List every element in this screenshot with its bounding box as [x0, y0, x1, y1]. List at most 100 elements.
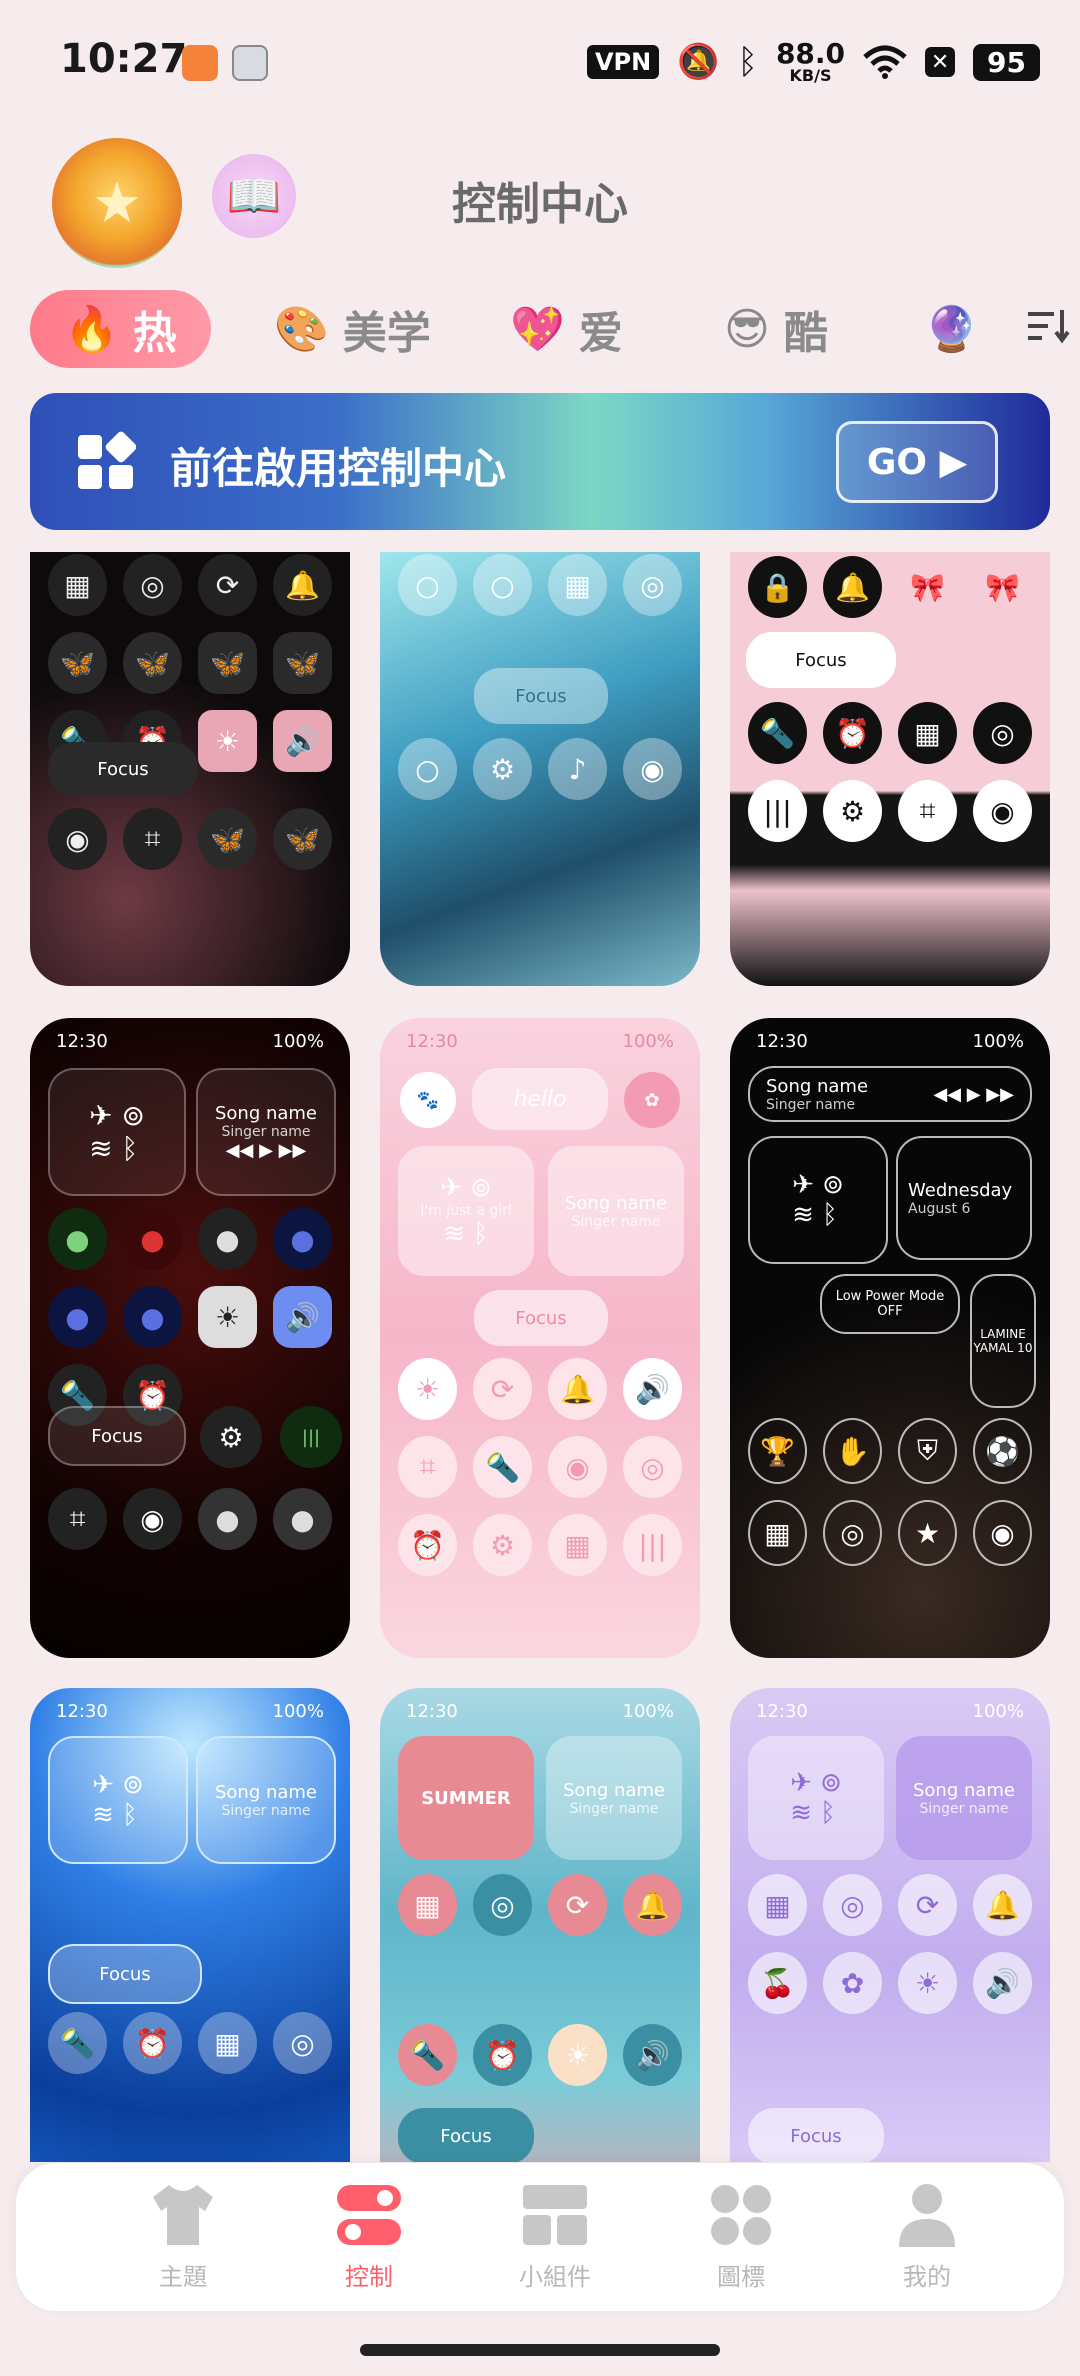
music-tile: Song name Singer name ◀◀ ▶ ▶▶	[196, 1068, 336, 1196]
flower-icon: ✿	[624, 1072, 680, 1128]
bluetooth-icon: ᛒ	[737, 42, 758, 82]
music-tile: Song name Singer name	[548, 1146, 684, 1276]
bubble-icon: ○	[398, 554, 457, 616]
calculator-icon: ▦	[48, 554, 107, 616]
banner-text: 前往啟用控制中心	[170, 444, 507, 493]
palette-icon: 🎨	[274, 304, 329, 355]
camera-icon: ◎	[623, 554, 682, 616]
status-time: 10:27	[60, 36, 188, 82]
alarm-icon: ⏰	[823, 702, 882, 764]
mock-status-bar: 12:30 100%	[756, 1700, 1024, 1722]
meme-icon: ●	[273, 1208, 332, 1270]
brightness-icon: ☀	[898, 1952, 957, 2014]
theme-card[interactable]: 12:30 100% ✈ ⊚ ≋ ᛒ Song name Singer name ◀◀ …	[30, 1018, 350, 1658]
bottom-navigation: 主題 控制 小組件 圖標 我的	[16, 2163, 1064, 2311]
calculator-icon: ▦	[548, 1514, 607, 1576]
go-button[interactable]: GO ▶	[836, 421, 998, 503]
focus-tile: Focus	[48, 1406, 186, 1466]
focus-tile: Focus	[48, 1944, 202, 2004]
alarm-icon: ⏰	[398, 1514, 457, 1576]
network-speed: 88.0 KB/S	[775, 37, 846, 85]
tab-label: 美学	[342, 308, 431, 359]
rotate-lock-icon: ⟳	[898, 1874, 957, 1936]
rotate-lock-icon: ⟳	[548, 1874, 607, 1936]
category-tabs: 🔥 热 🎨 美学 💖 爱 😎 酷 🔮	[30, 290, 1070, 370]
theme-card[interactable]: 🔒 🔔 🎀 🎀 Focus 🔦 ⏰ ▦ ◎ ||| ⚙ ⌗ ◉	[730, 552, 1050, 986]
record-icon: ◉	[548, 1436, 607, 1498]
meme-icon: ●	[123, 1286, 182, 1348]
crystal-ball-icon: 🔮	[924, 304, 979, 355]
music-tile: Song name Singer name	[196, 1736, 336, 1864]
connectivity-tile: ✈ ⊚ ≋ ᛒ	[48, 1736, 188, 1864]
vpn-badge: VPN	[586, 45, 660, 79]
theme-card[interactable]: ○ ○ ▦ ◎ Focus ○ ⚙ ♪ ◉	[380, 552, 700, 986]
daisy-icon: ✿	[823, 1952, 882, 2014]
toggle-icon	[337, 2185, 401, 2245]
music-tile: Song name Singer name ◀◀ ▶ ▶▶	[748, 1066, 1032, 1122]
status-bar: 10:27 VPN 🔕 ᛒ 88.0 KB/S ✕ 95	[0, 0, 1080, 120]
theme-card[interactable]: 12:30 100% ✈ ⊚ ≋ ᛒ Song name Singer name ▦ …	[730, 1688, 1050, 2162]
theme-card[interactable]: ▦ ◎ ⟳ 🔔 🦋 🦋 🦋 🦋 🔦 ⏰ ☀ 🔊 Focus ◉ ⌗ 🦋 🦋	[30, 552, 350, 986]
brightness-icon: ☀	[548, 2024, 607, 2086]
bell-icon: 🔔	[823, 556, 882, 618]
bow-icon: 🎀	[910, 570, 945, 604]
music-tile: Song name Singer name	[546, 1736, 682, 1860]
settings-icon: ⚙	[473, 1514, 532, 1576]
paw-icon: 🐾	[400, 1072, 456, 1128]
theme-card[interactable]: 12:30 100% ✈ ⊚ ≋ ᛒ Song name Singer name Fo…	[30, 1688, 350, 2162]
low-power-tile: Low Power Mode OFF	[820, 1274, 960, 1334]
record-icon: ◉	[973, 780, 1032, 842]
focus-tile: Focus	[746, 632, 896, 688]
camera-icon: ◎	[473, 1874, 532, 1936]
focus-tile: Focus	[748, 2108, 884, 2162]
rotate-lock-icon: ⟳	[473, 1358, 532, 1420]
enable-control-center-banner[interactable]: 前往啟用控制中心 GO ▶	[30, 393, 1050, 530]
tab-aesthetic[interactable]: 🎨 美学	[274, 290, 431, 368]
club-crest-icon: ⛨	[898, 1418, 957, 1484]
app-notification-icon	[232, 45, 268, 81]
sort-icon[interactable]	[1026, 304, 1070, 348]
star-icon: ★	[898, 1500, 957, 1566]
nav-theme[interactable]: 主題	[118, 2181, 248, 2292]
mock-status-bar: 12:30 100%	[406, 1700, 674, 1722]
focus-tile: Focus	[474, 1290, 608, 1346]
nav-control[interactable]: 控制	[304, 2181, 434, 2292]
record-icon: ◉	[123, 1488, 182, 1550]
guitar-icon: ♪	[548, 738, 607, 800]
tab-magic[interactable]: 🔮	[924, 290, 993, 368]
bell-icon: 🔔	[548, 1358, 607, 1420]
nav-icons[interactable]: 圖標	[676, 2181, 806, 2292]
tab-love[interactable]: 💖 爱	[510, 290, 623, 368]
calculator-icon: ▦	[898, 702, 957, 764]
meme-icon: ●	[123, 1208, 182, 1270]
meme-icon: ●	[48, 1286, 107, 1348]
fire-icon: 🔥	[64, 304, 119, 355]
close-box-icon: ✕	[925, 47, 956, 77]
theme-card[interactable]: 12:30 100% Song name Singer name ◀◀ ▶ ▶▶ ✈…	[730, 1018, 1050, 1658]
butterfly-icon: 🦋	[48, 632, 107, 694]
calculator-icon: ▦	[398, 1874, 457, 1936]
butterfly-icon: 🦋	[123, 632, 182, 694]
bubble-icon: ○	[398, 738, 457, 800]
tab-hot[interactable]: 🔥 热	[30, 290, 211, 368]
meme-icon: ●	[273, 1488, 332, 1550]
record-icon: ◉	[48, 808, 107, 870]
jersey-tile: LAMINE YAMAL 10	[970, 1274, 1036, 1408]
home-indicator[interactable]	[360, 2344, 720, 2356]
scan-icon: ⌗	[898, 780, 957, 842]
theme-card[interactable]: 12:30 100% hello 🐾 ✿ ✈ ⊚ I'm just a girl ≋ …	[380, 1018, 700, 1658]
hand-icon: ✋	[823, 1418, 882, 1484]
nav-profile[interactable]: 我的	[862, 2181, 992, 2292]
camera-icon: ◎	[973, 702, 1032, 764]
bell-icon: 🔔	[973, 1874, 1032, 1936]
bell-icon: 🔔	[273, 554, 332, 616]
lock-icon: 🔒	[748, 556, 807, 618]
volume-icon: 🔊	[973, 1952, 1032, 2014]
theme-card[interactable]: 12:30 100% SUMMER Song name Singer name ▦ …	[380, 1688, 700, 2162]
tab-cool[interactable]: 😎 酷	[724, 290, 828, 368]
tab-label: 爱	[578, 308, 623, 359]
settings-icon: ⚙	[473, 738, 532, 800]
ball-icon: ⚽	[973, 1418, 1032, 1484]
butterfly-icon: 🦋	[198, 808, 257, 870]
nav-widget[interactable]: 小組件	[490, 2181, 620, 2292]
